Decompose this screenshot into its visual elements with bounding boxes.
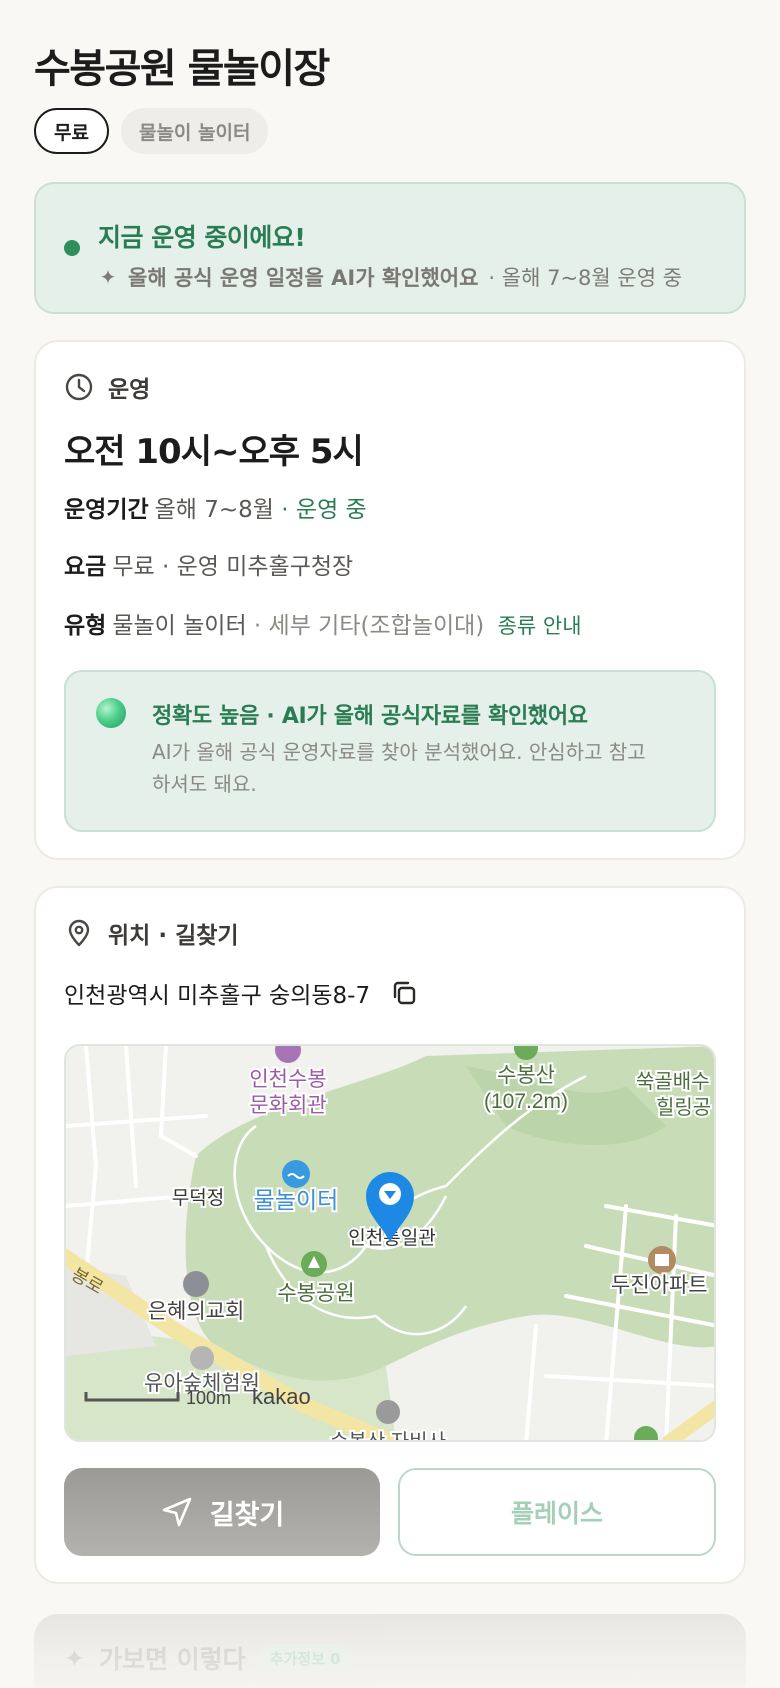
status-subtitle: ✦ 올해 공식 운영 일정을 AI가 확인했어요 · 올해 7~8월 운영 중 [98,262,682,292]
map-label-pavilion: 무덕정 [172,1187,224,1209]
navigate-label: 길찾기 [209,1499,285,1531]
map-label-temple: 수봉산 자비사 [330,1430,446,1442]
navigation-arrow-icon [162,1497,192,1527]
fee-row: 요금 무료 · 운영 미추홀구청장 [64,547,353,581]
peek-title: 가보면 이렇다 [98,1645,246,1674]
operating-hours: 오전 10시~오후 5시 [64,432,364,472]
period-row: 운영기간 올해 7~8월 · 운영 중 [64,490,367,524]
map-label-park: 수봉공원 [277,1282,354,1305]
ai-orb-icon [96,698,126,728]
action-buttons: 길찾기 플레이스 [64,1468,716,1556]
chip-free[interactable]: 무료 [34,108,109,154]
map-label-apartment: 두진아파트 [611,1274,708,1297]
status-banner: 지금 운영 중이에요! ✦ 올해 공식 운영 일정을 AI가 확인했어요 · 올… [34,182,746,314]
map-label-waterplay: 물놀이터 [254,1187,339,1213]
sparkle-icon: ✦ [64,1643,85,1673]
operation-header: 운영 [64,370,150,404]
address-row: 인천광역시 미추홀구 숭의동8-7 [64,976,418,1010]
accuracy-box: 정확도 높음 · AI가 올해 공식자료를 확인했어요 AI가 올해 공식 운영… [64,670,716,832]
period-status: · 운영 중 [281,497,367,523]
place-button[interactable]: 플레이스 [398,1468,716,1556]
period-key: 운영기간 [64,497,149,523]
tag-chips: 무료 물놀이 놀이터 [34,108,269,154]
type-guide-link[interactable]: 종류 안내 [498,614,582,638]
map-label-mountain: 수봉산 [497,1064,555,1087]
peek-badge: 추가정보 0 [259,1643,351,1673]
navigate-button[interactable]: 길찾기 [64,1468,380,1556]
page: 수봉공원 물놀이장 무료 물놀이 놀이터 지금 운영 중이에요! ✦ 올해 공식… [0,0,780,1688]
map-canvas[interactable]: 인천수봉 문화회관 수봉산 (107.2m) 쑥골배수 힐링공 무덕정 물놀이터… [66,1046,716,1442]
chip-type[interactable]: 물놀이 놀이터 [120,108,269,154]
address-text: 인천광역시 미추홀구 숭의동8-7 [64,983,371,1009]
location-label: 위치 · 길찾기 [108,923,239,949]
map-scale: 100m [186,1388,231,1408]
status-sub-strong: 올해 공식 운영 일정을 AI가 확인했어요 [128,266,479,290]
status-dot-icon [64,240,80,256]
map-label-healing-1: 쑥골배수 [636,1070,710,1093]
status-sub-rest: · 올해 7~8월 운영 중 [488,266,683,290]
fee-key: 요금 [64,554,107,580]
map-label-mountain-height: (107.2m) [484,1090,568,1113]
accuracy-description: AI가 올해 공식 운영자료를 찾아 분석했어요. 안심하고 참고하셔도 돼요. [152,740,646,796]
kakao-logo: kakao [252,1384,311,1409]
fee-value: 무료 · 운영 미추홀구청장 [112,554,354,580]
operation-label: 운영 [108,377,151,403]
copy-icon[interactable] [390,979,418,1007]
map-label-culture-1: 인천수봉 [249,1068,326,1091]
location-card: 위치 · 길찾기 인천광역시 미추홀구 숭의동8-7 인천수봉 문화회관 수봉산… [34,886,746,1584]
type-row: 유형 물놀이 놀이터 · 세부 기타(조합놀이대) 종류 안내 [64,606,582,640]
accuracy-title: 정확도 높음 · AI가 올해 공식자료를 확인했어요 [152,704,588,729]
clock-icon [65,373,93,401]
page-title: 수봉공원 물놀이장 [34,46,330,92]
location-header: 위치 · 길찾기 [64,916,239,950]
type-key: 유형 [64,613,107,639]
map-label-healing-2: 힐링공 [656,1096,711,1119]
next-section-peek: ✦ 가보면 이렇다 추가정보 0 [34,1614,746,1688]
location-pin-icon [68,919,90,947]
type-detail: · 세부 기타(조합놀이대) [253,613,485,639]
period-value: 올해 7~8월 [154,497,274,523]
map-label-culture-2: 문화회관 [249,1094,326,1117]
sparkle-icon: ✦ [99,265,117,289]
map-view[interactable]: 인천수봉 문화회관 수봉산 (107.2m) 쑥골배수 힐링공 무덕정 물놀이터… [64,1044,716,1442]
peek-header: ✦ 가보면 이렇다 추가정보 0 [64,1640,351,1676]
type-value: 물놀이 놀이터 [112,613,247,639]
status-title: 지금 운영 중이에요! [98,223,306,252]
operation-card: 운영 오전 10시~오후 5시 운영기간 올해 7~8월 · 운영 중 요금 무료 … [34,340,746,860]
map-label-church: 은혜의교회 [148,1300,245,1323]
